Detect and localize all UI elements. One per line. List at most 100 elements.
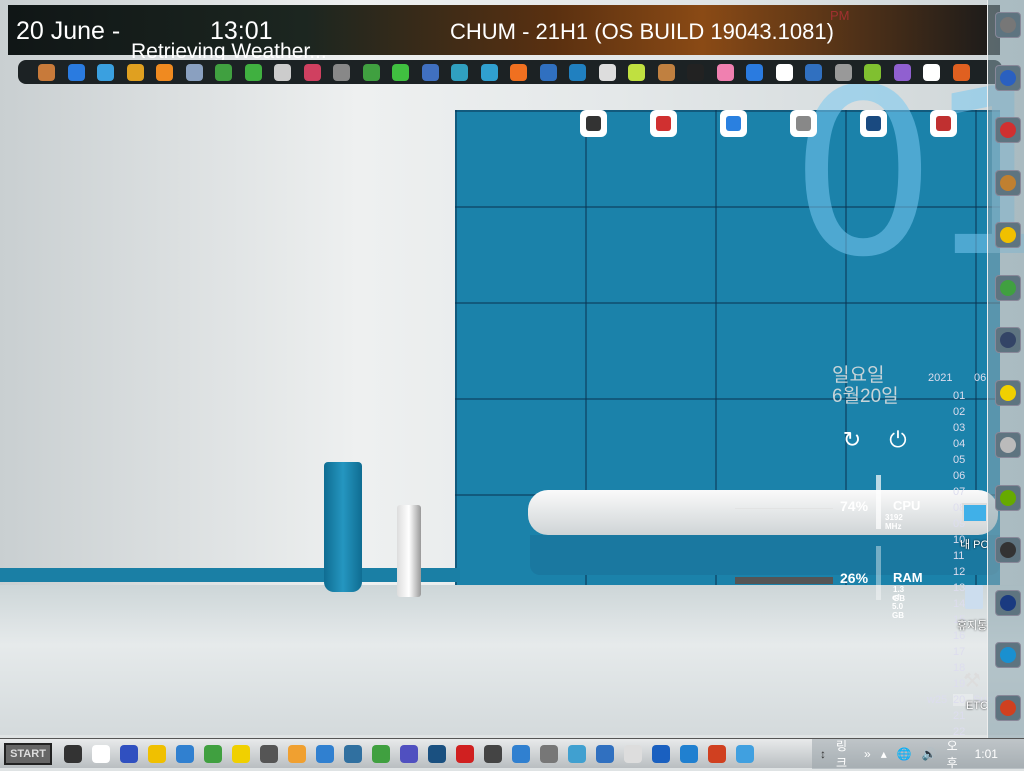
taskbar-app-icon[interactable] [708, 744, 726, 763]
plug-icon[interactable]: ⚒ [963, 668, 985, 692]
dock-app-icon[interactable] [716, 63, 734, 81]
dock-app-icon[interactable] [303, 63, 321, 81]
taskbar-app-icon[interactable] [736, 744, 754, 763]
taskbar-app-icon[interactable] [316, 744, 334, 763]
taskbar-app-icon[interactable] [512, 744, 530, 763]
dock-app-icon[interactable] [923, 63, 940, 81]
power-icon[interactable]: ⏻ [886, 428, 910, 452]
calendar-day[interactable]: 06 [953, 470, 973, 482]
lightning-icon[interactable] [720, 110, 747, 137]
volume-icon[interactable]: 🔊 [922, 747, 937, 761]
calendar-day[interactable]: 01 [953, 390, 973, 402]
dock-app-icon[interactable] [628, 63, 645, 81]
dock-app-icon[interactable] [362, 63, 380, 81]
clock-time[interactable]: 1:01 [975, 747, 998, 761]
dock-app-icon[interactable] [215, 63, 232, 81]
pie-icon[interactable] [650, 110, 677, 137]
dock-app-icon[interactable] [893, 63, 911, 81]
tray-up-icon[interactable]: ▴ [881, 747, 887, 761]
dock-app-icon[interactable] [421, 63, 439, 81]
taskbar-app-icon[interactable] [260, 744, 278, 763]
dock-app-icon[interactable] [746, 63, 763, 81]
dock-app-icon[interactable] [687, 63, 704, 81]
taskbar-app-icon[interactable] [484, 744, 502, 763]
network-icon[interactable]: 🌐 [897, 747, 912, 761]
links-toolbar[interactable]: 링크 [836, 737, 854, 771]
dock-app-icon[interactable] [952, 63, 970, 81]
dock-app-icon[interactable] [185, 63, 203, 81]
taskbar-app-icon[interactable] [344, 744, 362, 763]
start-button[interactable]: START [4, 742, 52, 765]
launcher-icon[interactable] [995, 222, 1021, 248]
scroll-arrows-icon[interactable]: ↕ [820, 747, 826, 761]
calendar-day[interactable]: 05 [953, 454, 973, 466]
launcher-icon[interactable] [995, 484, 1021, 511]
launcher-icon[interactable] [995, 589, 1021, 616]
dock-app-icon[interactable] [274, 63, 291, 81]
calendar-day[interactable]: 03 [953, 422, 973, 434]
dock-app-icon[interactable] [775, 63, 793, 81]
dock-app-icon[interactable] [333, 63, 350, 81]
calendar-day[interactable]: 07 [953, 486, 973, 498]
taskbar-app-icon[interactable] [540, 744, 558, 763]
etc-label[interactable]: ETC [966, 700, 988, 712]
taskbar-app-icon[interactable] [148, 744, 166, 763]
photoshop-icon[interactable] [860, 110, 887, 137]
taskbar-app-icon[interactable] [288, 744, 306, 763]
dock-app-icon[interactable] [657, 63, 675, 81]
taskbar-app-icon[interactable] [428, 744, 446, 763]
dock-app-icon[interactable] [834, 63, 852, 81]
launcher-icon[interactable] [995, 169, 1021, 196]
launcher-icon[interactable] [995, 64, 1021, 91]
taskbar-app-icon[interactable] [568, 744, 586, 763]
dock-app-icon[interactable] [38, 63, 55, 81]
launcher-icon[interactable] [995, 537, 1021, 563]
taskbar-app-icon[interactable] [596, 744, 614, 763]
launcher-icon[interactable] [995, 274, 1021, 301]
launcher-icon[interactable] [995, 379, 1021, 406]
recycle-bin-label[interactable]: 휴지통 [957, 617, 987, 633]
dock-app-icon[interactable] [451, 63, 468, 81]
dock-app-icon[interactable] [156, 63, 173, 81]
dock-app-icon[interactable] [244, 63, 262, 81]
taskbar-app-icon[interactable] [652, 744, 670, 763]
dock-app-icon[interactable] [569, 63, 586, 81]
taskbar-app-icon[interactable] [92, 744, 110, 763]
drive-icon[interactable] [580, 110, 607, 137]
chevron-icon[interactable]: » [864, 747, 871, 761]
taskbar-app-icon[interactable] [456, 744, 474, 763]
calendar-day[interactable]: 04 [953, 438, 973, 450]
ccleaner-icon[interactable] [930, 110, 957, 137]
taskbar-app-icon[interactable] [232, 744, 250, 763]
taskbar-app-icon[interactable] [204, 744, 222, 763]
dock-app-icon[interactable] [480, 63, 498, 81]
calendar-day[interactable]: 12 [953, 566, 973, 578]
launcher-icon[interactable] [995, 327, 1021, 353]
taskbar-app-icon[interactable] [400, 744, 418, 763]
taskbar-app-icon[interactable] [120, 744, 138, 763]
dock-app-icon[interactable] [805, 63, 822, 81]
clock-ampm[interactable]: 오후 [947, 737, 965, 771]
dock-app-icon[interactable] [392, 63, 409, 81]
dock-app-icon[interactable] [510, 63, 527, 81]
restart-icon[interactable]: ↻ [840, 428, 864, 452]
dock-app-icon[interactable] [67, 63, 85, 81]
launcher-icon[interactable] [995, 642, 1021, 668]
taskbar-app-icon[interactable] [372, 744, 390, 763]
launcher-icon[interactable] [995, 117, 1021, 143]
dock-app-icon[interactable] [97, 63, 114, 81]
pc-label[interactable]: 내 PC [960, 536, 988, 552]
dock-app-icon[interactable] [126, 63, 144, 81]
launcher-icon[interactable] [995, 12, 1021, 38]
recycle-bin-icon[interactable] [965, 585, 983, 609]
taskbar-app-icon[interactable] [624, 744, 642, 763]
dock-app-icon[interactable] [864, 63, 881, 81]
dock-app-icon[interactable] [598, 63, 616, 81]
taskbar-app-icon[interactable] [680, 744, 698, 763]
calendar-day[interactable]: 17 [953, 646, 973, 658]
dock-app-icon[interactable] [539, 63, 557, 81]
broom-icon[interactable] [790, 110, 817, 137]
launcher-icon[interactable] [995, 432, 1021, 458]
pc-icon[interactable] [962, 503, 988, 523]
calendar-day[interactable]: 02 [953, 406, 973, 418]
